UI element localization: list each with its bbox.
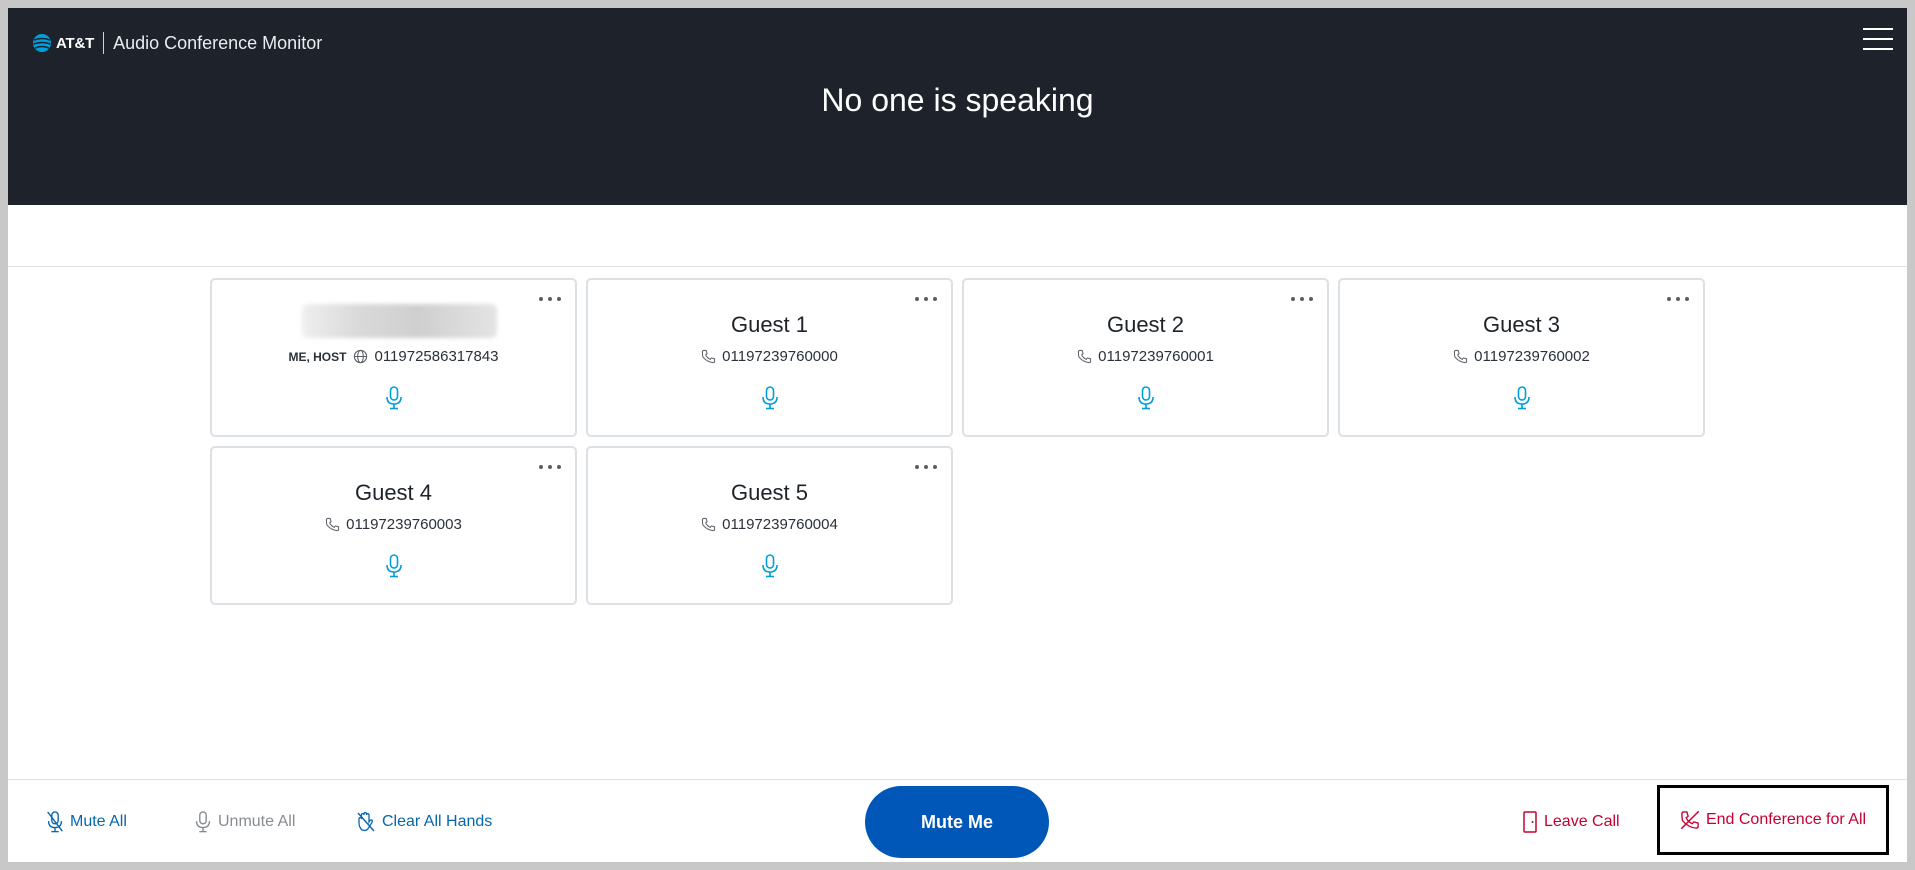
phone-icon (702, 349, 716, 364)
toolbar-strip (8, 205, 1907, 267)
mic-icon (195, 810, 211, 832)
phone-icon (1078, 349, 1092, 364)
participant-card-host: ME, HOST 011972586317843 (210, 278, 577, 437)
att-logo-text: AT&T (56, 34, 95, 52)
brand-divider (103, 32, 105, 54)
participant-name: Guest 5 (730, 480, 809, 505)
microphone-icon[interactable] (1137, 386, 1155, 410)
microphone-icon[interactable] (761, 386, 779, 410)
more-options-icon[interactable] (915, 462, 937, 472)
leave-call-button[interactable]: Leave Call (1522, 780, 1620, 862)
speaking-status: No one is speaking (821, 82, 1094, 118)
microphone-icon[interactable] (385, 554, 403, 578)
participant-name: Guest 1 (730, 312, 809, 337)
unmute-all-button[interactable]: Unmute All (194, 780, 295, 862)
mic-off-icon (47, 810, 63, 832)
participant-name: Guest 4 (354, 480, 433, 505)
participant-details: 01197239760000 (588, 348, 951, 365)
participant-card: Guest 3 01197239760002 (1338, 278, 1705, 437)
brand: AT&T Audio Conference Monitor (32, 30, 322, 56)
participant-name: Guest 2 (1106, 312, 1185, 337)
participant-details: 01197239760004 (588, 516, 951, 533)
participant-card: Guest 4 01197239760003 (210, 446, 577, 605)
leave-call-label: Leave Call (1544, 812, 1620, 830)
globe-icon (354, 349, 368, 364)
unmute-all-label: Unmute All (218, 812, 296, 830)
end-conference-focus-outline: End Conference for All (1657, 785, 1889, 855)
participant-number: 01197239760002 (1474, 348, 1590, 365)
host-name-redacted (302, 304, 497, 338)
participant-number: 01197239760003 (346, 516, 462, 533)
participant-card: Guest 2 01197239760001 (962, 278, 1329, 437)
participant-details: ME, HOST 011972586317843 (212, 348, 575, 365)
clear-all-hands-label: Clear All Hands (382, 812, 493, 830)
microphone-icon[interactable] (761, 554, 779, 578)
mute-all-button[interactable]: Mute All (46, 780, 127, 862)
header-bar: AT&T Audio Conference Monitor No one is … (8, 8, 1907, 205)
participant-number: 01197239760000 (722, 348, 838, 365)
more-options-icon[interactable] (915, 294, 937, 304)
footer-bar: Mute All Unmute All Clear All Hands Mute… (8, 779, 1907, 862)
phone-icon (326, 517, 340, 532)
more-options-icon[interactable] (1291, 294, 1313, 304)
participant-details: 01197239760003 (212, 516, 575, 533)
att-globe-icon (33, 34, 51, 52)
participant-number: 011972586317843 (374, 348, 499, 365)
participant-number: 01197239760004 (722, 516, 838, 533)
host-role-label: ME, HOST (288, 349, 347, 364)
participant-details: 01197239760002 (1340, 348, 1703, 365)
phone-hangup-icon (1680, 810, 1700, 830)
microphone-icon[interactable] (1513, 386, 1531, 410)
microphone-icon[interactable] (385, 386, 403, 410)
hand-off-icon (357, 811, 375, 831)
phone-icon (1454, 349, 1468, 364)
clear-all-hands-button[interactable]: Clear All Hands (356, 780, 492, 862)
mute-me-button[interactable]: Mute Me (865, 786, 1049, 858)
more-options-icon[interactable] (539, 294, 561, 304)
participant-card: Guest 5 01197239760004 (586, 446, 953, 605)
participant-name: Guest 3 (1482, 312, 1561, 337)
hamburger-menu-icon[interactable] (1863, 28, 1893, 54)
door-exit-icon (1523, 810, 1537, 833)
more-options-icon[interactable] (539, 462, 561, 472)
more-options-icon[interactable] (1667, 294, 1689, 304)
phone-icon (702, 517, 716, 532)
mute-all-label: Mute All (70, 812, 127, 830)
app-window: AT&T Audio Conference Monitor No one is … (8, 8, 1907, 862)
participant-number: 01197239760001 (1098, 348, 1214, 365)
app-title: Audio Conference Monitor (113, 32, 323, 53)
end-conference-button[interactable]: End Conference for All (1680, 810, 1866, 830)
participant-details: 01197239760001 (964, 348, 1327, 365)
participant-card: Guest 1 01197239760000 (586, 278, 953, 437)
end-conference-label: End Conference for All (1705, 811, 1867, 828)
